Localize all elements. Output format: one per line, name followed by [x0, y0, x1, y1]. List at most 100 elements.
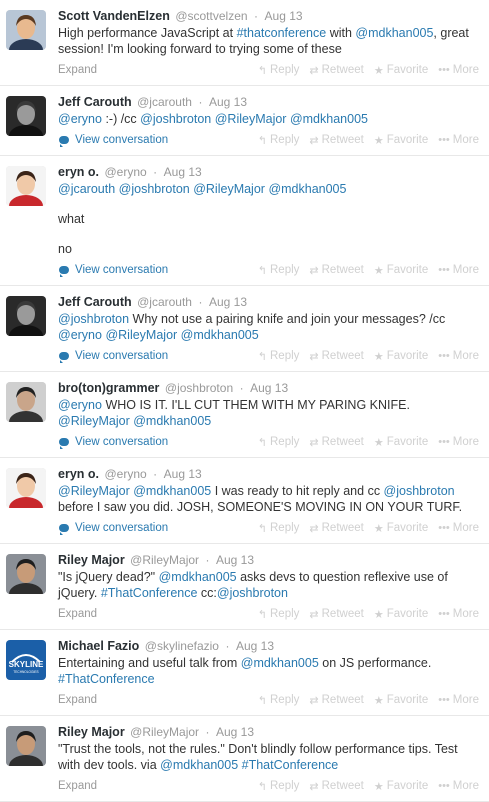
reply-button[interactable]: ↰ Reply [258, 694, 300, 707]
mention-link[interactable]: @joshbroton [217, 586, 288, 600]
reply-button[interactable]: ↰ Reply [258, 264, 300, 277]
favorite-button[interactable]: ★ Favorite [374, 522, 428, 535]
tweet-timestamp[interactable]: Aug 13 [216, 553, 254, 567]
more-button[interactable]: ••• More [438, 522, 479, 535]
tweet[interactable]: SKYLINE TECHNOLOGIES Michael Fazio @skyli… [0, 630, 489, 716]
author-handle[interactable]: @scottvelzen [175, 9, 247, 23]
mention-link[interactable]: @mdkhan005 [160, 758, 238, 772]
mention-link[interactable]: @RileyMajor [58, 414, 130, 428]
expand-link[interactable]: Expand [58, 64, 97, 76]
author-name[interactable]: Jeff Carouth [58, 95, 132, 109]
more-button[interactable]: ••• More [438, 134, 479, 147]
mention-link[interactable]: @joshbroton [384, 484, 455, 498]
avatar[interactable] [6, 726, 46, 766]
tweet-timestamp[interactable]: Aug 13 [164, 467, 202, 481]
retweet-button[interactable]: ⇄ Retweet [309, 134, 363, 147]
mention-link[interactable]: @eryno [58, 398, 102, 412]
mention-link[interactable]: @mdkhan005 [355, 26, 433, 40]
avatar[interactable] [6, 296, 46, 336]
mention-link[interactable]: @joshbroton [119, 182, 190, 196]
retweet-button[interactable]: ⇄ Retweet [309, 436, 363, 449]
retweet-button[interactable]: ⇄ Retweet [309, 694, 363, 707]
author-name[interactable]: Riley Major [58, 553, 125, 567]
mention-link[interactable]: @joshbroton [58, 312, 129, 326]
view-conversation-link[interactable]: View conversation [58, 264, 168, 277]
reply-button[interactable]: ↰ Reply [258, 350, 300, 363]
tweet-timestamp[interactable]: Aug 13 [164, 165, 202, 179]
reply-button[interactable]: ↰ Reply [258, 134, 300, 147]
reply-button[interactable]: ↰ Reply [258, 522, 300, 535]
hashtag-link[interactable]: #ThatConference [242, 758, 339, 772]
author-name[interactable]: Michael Fazio [58, 639, 139, 653]
retweet-button[interactable]: ⇄ Retweet [309, 608, 363, 621]
more-button[interactable]: ••• More [438, 780, 479, 793]
author-handle[interactable]: @eryno [104, 467, 146, 481]
view-conversation-link[interactable]: View conversation [58, 350, 168, 363]
mention-link[interactable]: @eryno [58, 112, 102, 126]
favorite-button[interactable]: ★ Favorite [374, 608, 428, 621]
view-conversation-link[interactable]: View conversation [58, 436, 168, 449]
reply-button[interactable]: ↰ Reply [258, 608, 300, 621]
favorite-button[interactable]: ★ Favorite [374, 350, 428, 363]
favorite-button[interactable]: ★ Favorite [374, 64, 428, 77]
retweet-button[interactable]: ⇄ Retweet [309, 522, 363, 535]
favorite-button[interactable]: ★ Favorite [374, 780, 428, 793]
author-handle[interactable]: @skylinefazio [145, 639, 219, 653]
hashtag-link[interactable]: #ThatConference [101, 586, 198, 600]
tweet[interactable]: eryn o. @eryno · Aug 13 @jcarouth @joshb… [0, 156, 489, 286]
favorite-button[interactable]: ★ Favorite [374, 264, 428, 277]
hashtag-link[interactable]: #thatconference [237, 26, 327, 40]
tweet-timestamp[interactable]: Aug 13 [209, 295, 247, 309]
tweet-timestamp[interactable]: Aug 13 [209, 95, 247, 109]
retweet-button[interactable]: ⇄ Retweet [309, 64, 363, 77]
avatar[interactable] [6, 10, 46, 50]
tweet[interactable]: Riley Major @RileyMajor · Aug 13 "Trust … [0, 716, 489, 802]
more-button[interactable]: ••• More [438, 64, 479, 77]
expand-link[interactable]: Expand [58, 608, 97, 620]
retweet-button[interactable]: ⇄ Retweet [309, 264, 363, 277]
tweet[interactable]: Scott VandenElzen @scottvelzen · Aug 13 … [0, 0, 489, 86]
retweet-button[interactable]: ⇄ Retweet [309, 350, 363, 363]
mention-link[interactable]: @joshbroton [140, 112, 211, 126]
author-handle[interactable]: @jcarouth [137, 295, 192, 309]
mention-link[interactable]: @RileyMajor [193, 182, 265, 196]
mention-link[interactable]: @RileyMajor [105, 328, 177, 342]
author-handle[interactable]: @RileyMajor [130, 725, 199, 739]
tweet[interactable]: Riley Major @RileyMajor · Aug 13 "Is jQu… [0, 544, 489, 630]
author-name[interactable]: eryn o. [58, 467, 99, 481]
more-button[interactable]: ••• More [438, 436, 479, 449]
hashtag-link[interactable]: #ThatConference [58, 672, 155, 686]
tweet[interactable]: Jeff Carouth @jcarouth · Aug 13 @joshbro… [0, 286, 489, 372]
view-conversation-link[interactable]: View conversation [58, 522, 168, 535]
retweet-button[interactable]: ⇄ Retweet [309, 780, 363, 793]
tweet-timestamp[interactable]: Aug 13 [236, 639, 274, 653]
tweet[interactable]: bro(ton)grammer @joshbroton · Aug 13 @er… [0, 372, 489, 458]
mention-link[interactable]: @mdkhan005 [181, 328, 259, 342]
favorite-button[interactable]: ★ Favorite [374, 436, 428, 449]
avatar[interactable] [6, 166, 46, 206]
tweet-timestamp[interactable]: Aug 13 [250, 381, 288, 395]
author-handle[interactable]: @RileyMajor [130, 553, 199, 567]
mention-link[interactable]: @jcarouth [58, 182, 115, 196]
tweet[interactable]: eryn o. @eryno · Aug 13 @RileyMajor @mdk… [0, 458, 489, 544]
more-button[interactable]: ••• More [438, 608, 479, 621]
favorite-button[interactable]: ★ Favorite [374, 134, 428, 147]
author-name[interactable]: Jeff Carouth [58, 295, 132, 309]
avatar[interactable] [6, 468, 46, 508]
mention-link[interactable]: @mdkhan005 [241, 656, 319, 670]
avatar[interactable] [6, 96, 46, 136]
author-name[interactable]: Riley Major [58, 725, 125, 739]
mention-link[interactable]: @mdkhan005 [133, 484, 211, 498]
reply-button[interactable]: ↰ Reply [258, 436, 300, 449]
author-handle[interactable]: @jcarouth [137, 95, 192, 109]
more-button[interactable]: ••• More [438, 264, 479, 277]
reply-button[interactable]: ↰ Reply [258, 780, 300, 793]
favorite-button[interactable]: ★ Favorite [374, 694, 428, 707]
author-name[interactable]: bro(ton)grammer [58, 381, 159, 395]
mention-link[interactable]: @RileyMajor [215, 112, 287, 126]
mention-link[interactable]: @RileyMajor [58, 484, 130, 498]
tweet-timestamp[interactable]: Aug 13 [216, 725, 254, 739]
mention-link[interactable]: @eryno [58, 328, 102, 342]
mention-link[interactable]: @mdkhan005 [159, 570, 237, 584]
author-name[interactable]: Scott VandenElzen [58, 9, 170, 23]
